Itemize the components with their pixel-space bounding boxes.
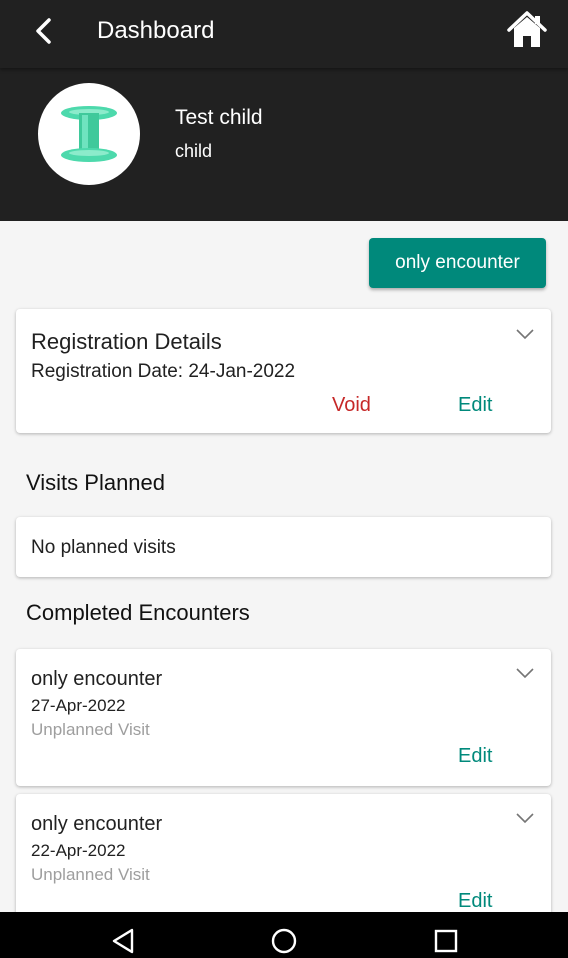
- individual-icon: [61, 106, 117, 162]
- encounter-name: only encounter: [31, 668, 163, 690]
- planned-visits-card: No planned visits: [16, 517, 551, 577]
- edit-encounter-button[interactable]: Edit: [458, 744, 492, 768]
- void-button[interactable]: Void: [332, 393, 371, 417]
- subject-type: child: [175, 141, 213, 161]
- edit-encounter-button[interactable]: Edit: [458, 889, 492, 913]
- registration-card: Registration Details Registration Date: …: [16, 309, 551, 433]
- nav-recents-button[interactable]: [431, 926, 461, 956]
- back-button[interactable]: [26, 12, 60, 50]
- avatar: [38, 83, 140, 185]
- registration-date: Registration Date: 24-Jan-2022: [31, 361, 296, 382]
- home-button[interactable]: [506, 9, 548, 51]
- encounter-type: Unplanned Visit: [31, 720, 150, 739]
- encounter-name: only encounter: [31, 813, 163, 835]
- page-title: Dashboard: [97, 17, 215, 44]
- chevron-down-icon[interactable]: [515, 667, 535, 679]
- square-recents-icon: [434, 929, 458, 953]
- chevron-left-icon: [36, 18, 51, 44]
- encounter-date: 27-Apr-2022: [31, 696, 126, 715]
- new-encounter-button[interactable]: only encounter: [369, 238, 546, 288]
- home-icon: [507, 11, 547, 47]
- chevron-down-icon[interactable]: [515, 328, 535, 340]
- encounter-card: only encounter 22-Apr-2022 Unplanned Vis…: [16, 794, 551, 931]
- completed-encounters-heading: Completed Encounters: [26, 600, 250, 625]
- system-nav-bar: [0, 912, 568, 958]
- subject-name: Test child: [175, 106, 263, 129]
- nav-back-button[interactable]: [108, 926, 138, 956]
- edit-registration-button[interactable]: Edit: [458, 393, 492, 417]
- encounter-card: only encounter 27-Apr-2022 Unplanned Vis…: [16, 649, 551, 786]
- registration-title: Registration Details: [31, 329, 222, 354]
- circle-home-icon: [271, 928, 297, 954]
- nav-home-button[interactable]: [269, 926, 299, 956]
- app-bar: Dashboard: [0, 0, 568, 68]
- no-planned-visits-text: No planned visits: [31, 537, 176, 558]
- triangle-back-icon: [112, 928, 134, 954]
- encounter-date: 22-Apr-2022: [31, 841, 126, 860]
- chevron-down-icon[interactable]: [515, 812, 535, 824]
- profile-header: Test child child: [0, 68, 568, 221]
- visits-planned-heading: Visits Planned: [26, 470, 166, 495]
- encounter-type: Unplanned Visit: [31, 865, 150, 884]
